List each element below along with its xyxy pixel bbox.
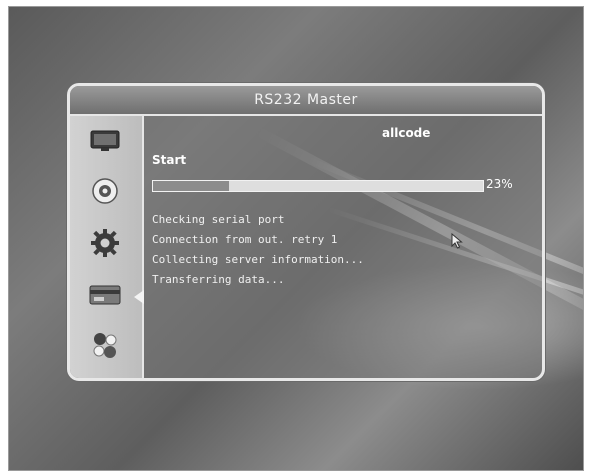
sidebar	[70, 116, 144, 378]
gear-icon	[90, 228, 120, 262]
sidebar-item-tools[interactable]	[84, 330, 126, 364]
dialog-title: RS232 Master	[70, 86, 542, 116]
sidebar-item-tv[interactable]	[84, 126, 126, 160]
sidebar-item-media[interactable]	[84, 176, 126, 210]
card-icon	[89, 284, 121, 310]
status-label: Start	[152, 153, 187, 167]
progress-bar	[152, 180, 484, 192]
mode-label: allcode	[382, 126, 431, 140]
tools-icon	[90, 330, 120, 364]
log-line: Checking serial port	[152, 213, 285, 226]
tv-screen: RS232 Master allcode Start 23% Checking …	[8, 6, 584, 471]
log-line: Connection from out. retry 1	[152, 233, 338, 246]
log-line: Collecting server information...	[152, 253, 364, 266]
disc-icon	[91, 177, 119, 209]
dialog-content: allcode Start 23% Checking serial port Co…	[144, 116, 542, 378]
tv-icon	[90, 130, 120, 156]
progress-fill	[153, 181, 229, 191]
log-line: Transferring data...	[152, 273, 285, 286]
status-log: Checking serial port Connection from out.…	[152, 210, 364, 290]
sidebar-item-settings[interactable]	[84, 228, 126, 262]
mouse-pointer-icon	[451, 232, 463, 253]
progress-percent: 23%	[486, 177, 513, 191]
rs232-master-dialog: RS232 Master allcode Start 23% Checking …	[67, 83, 545, 381]
sidebar-item-card[interactable]	[84, 280, 144, 314]
